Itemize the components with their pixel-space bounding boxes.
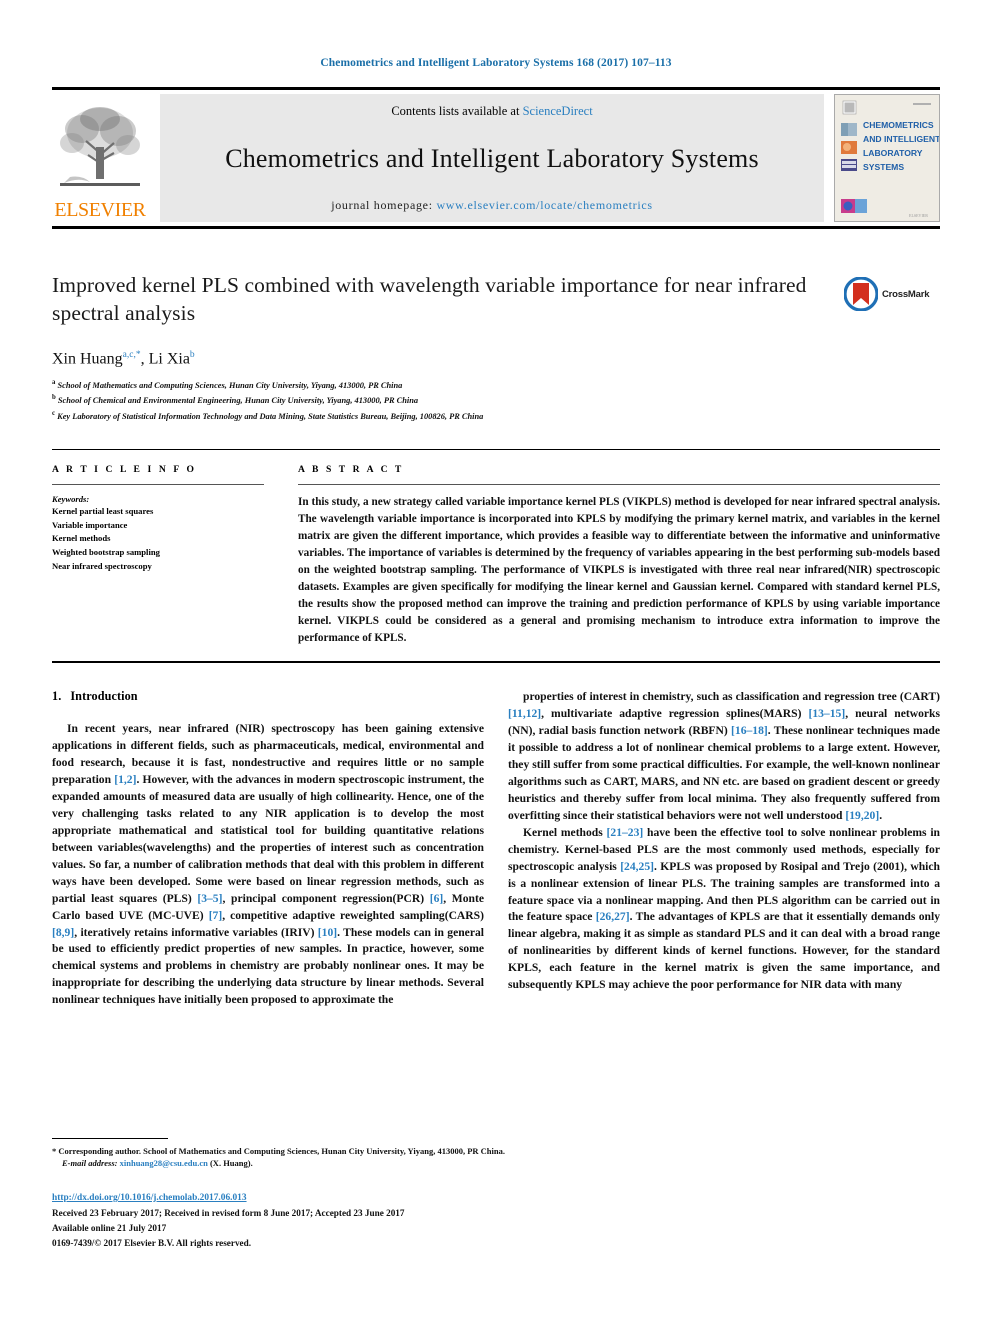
- publication-metadata: http://dx.doi.org/10.1016/j.chemolab.201…: [52, 1190, 940, 1251]
- journal-masthead: ELSEVIER Contents lists available at Sci…: [52, 87, 940, 229]
- keyword-item: Kernel partial least squares: [52, 506, 154, 517]
- journal-cover-thumbnail: CHEMOMETRICS AND INTELLIGENT LABORATORY …: [834, 94, 940, 222]
- keyword-item: Variable importance: [52, 519, 128, 530]
- article-info-heading: A R T I C L E I N F O: [52, 464, 197, 476]
- journal-homepage-line: journal homepage: www.elsevier.com/locat…: [331, 198, 653, 213]
- cover-artwork: CHEMOMETRICS AND INTELLIGENT LABORATORY …: [835, 95, 939, 221]
- footer-region: * Corresponding author. School of Mathem…: [52, 1137, 940, 1251]
- crossmark-label: CrossMark: [882, 288, 930, 300]
- section-title-text: Introduction: [70, 689, 138, 704]
- page-title: Improved kernel PLS combined with wavele…: [52, 273, 807, 326]
- author-affiliation-mark: a,c,: [122, 349, 136, 360]
- section-heading-introduction: 1. Introduction: [52, 689, 484, 704]
- svg-text:AND INTELLIGENT: AND INTELLIGENT: [863, 134, 939, 144]
- svg-text:ELSEVIER: ELSEVIER: [909, 213, 928, 218]
- affiliation-mark: a: [52, 379, 56, 387]
- footnote-text: Corresponding author. School of Mathemat…: [58, 1145, 505, 1156]
- affiliation-mark: c: [52, 409, 56, 417]
- keywords-label: Keywords:: [52, 494, 90, 505]
- author-affiliation-mark: b: [189, 349, 195, 360]
- crossmark-icon: [844, 277, 878, 311]
- received-dates: Received 23 February 2017; Received in r…: [52, 1208, 405, 1219]
- crossmark-badge[interactable]: CrossMark: [844, 271, 940, 311]
- affiliation-text: School of Chemical and Environmental Eng…: [57, 396, 419, 406]
- title-block: Improved kernel PLS combined with wavele…: [52, 271, 940, 328]
- affiliation-mark: b: [52, 394, 56, 402]
- running-head: Chemometrics and Intelligent Laboratory …: [320, 57, 672, 69]
- body-column-left: 1. Introduction In recent years, near inf…: [52, 689, 484, 1009]
- affiliation-item: a School of Mathematics and Computing Sc…: [52, 377, 940, 392]
- contents-prefix: Contents lists available at: [391, 104, 520, 118]
- author-name: Li Xia: [148, 350, 190, 368]
- body-columns: 1. Introduction In recent years, near inf…: [52, 689, 940, 1009]
- journal-title: Chemometrics and Intelligent Laboratory …: [225, 143, 759, 173]
- homepage-label: journal homepage:: [331, 198, 433, 212]
- keyword-item: Weighted bootstrap sampling: [52, 547, 160, 558]
- available-online: Available online 21 July 2017: [52, 1223, 167, 1234]
- sciencedirect-link[interactable]: ScienceDirect: [523, 104, 593, 118]
- affiliation-text: Key Laboratory of Statistical Informatio…: [57, 411, 484, 421]
- email-line: E-mail address: xinhuang28@csu.edu.cn (X…: [52, 1157, 940, 1170]
- divider: [52, 484, 264, 486]
- abstract-heading: A B S T R A C T: [298, 464, 404, 476]
- footnote-star: *: [52, 1145, 57, 1156]
- homepage-url-link[interactable]: www.elsevier.com/locate/chemometrics: [436, 198, 652, 212]
- body-column-right: properties of interest in chemistry, suc…: [508, 689, 940, 1009]
- paragraph: In recent years, near infrared (NIR) spe…: [52, 722, 484, 1007]
- affiliation-item: b School of Chemical and Environmental E…: [52, 392, 940, 407]
- author-name: Xin Huang: [52, 350, 123, 368]
- article-info-column: A R T I C L E I N F O Keywords: Kernel p…: [52, 464, 298, 647]
- masthead-center-panel: Contents lists available at ScienceDirec…: [160, 94, 824, 222]
- svg-text:LABORATORY: LABORATORY: [863, 148, 923, 158]
- abstract-column: A B S T R A C T In this study, a new str…: [298, 464, 940, 647]
- svg-text:CHEMOMETRICS: CHEMOMETRICS: [863, 120, 934, 130]
- elsevier-tree-icon: [60, 107, 140, 186]
- keyword-item: Near infrared spectroscopy: [52, 560, 152, 571]
- article-page: Chemometrics and Intelligent Laboratory …: [0, 0, 992, 1323]
- affiliation-item: c Key Laboratory of Statistical Informat…: [52, 408, 940, 423]
- corresponding-author-mark: *: [135, 349, 141, 360]
- paragraph: properties of interest in chemistry, suc…: [508, 690, 940, 822]
- doi-link[interactable]: http://dx.doi.org/10.1016/j.chemolab.201…: [52, 1193, 247, 1203]
- abstract-text: In this study, a new strategy called var…: [298, 496, 940, 645]
- affiliation-text: School of Mathematics and Computing Scie…: [57, 380, 403, 390]
- elsevier-wordmark: ELSEVIER: [54, 199, 146, 221]
- svg-text:SYSTEMS: SYSTEMS: [863, 162, 904, 172]
- contents-available-line: Contents lists available at ScienceDirec…: [391, 104, 592, 119]
- author-list: Xin Huanga,c,*, Li Xiab: [52, 349, 195, 368]
- section-number: 1.: [52, 689, 62, 704]
- elsevier-logo: ELSEVIER: [52, 94, 148, 222]
- affiliation-list: a School of Mathematics and Computing Sc…: [52, 377, 940, 423]
- corresponding-author-footnote: * Corresponding author. School of Mathem…: [52, 1145, 940, 1171]
- divider: [298, 484, 940, 486]
- footnote-divider: [52, 1137, 168, 1139]
- email-suffix: (X. Huang).: [209, 1158, 253, 1169]
- email-label: E-mail address:: [62, 1158, 118, 1169]
- info-abstract-region: A R T I C L E I N F O Keywords: Kernel p…: [52, 449, 940, 664]
- paragraph: Kernel methods [21–23] have been the eff…: [508, 825, 940, 992]
- copyright-line: 0169-7439/© 2017 Elsevier B.V. All right…: [52, 1238, 252, 1249]
- keyword-item: Kernel methods: [52, 533, 111, 544]
- email-link[interactable]: xinhuang28@csu.edu.cn: [120, 1158, 208, 1168]
